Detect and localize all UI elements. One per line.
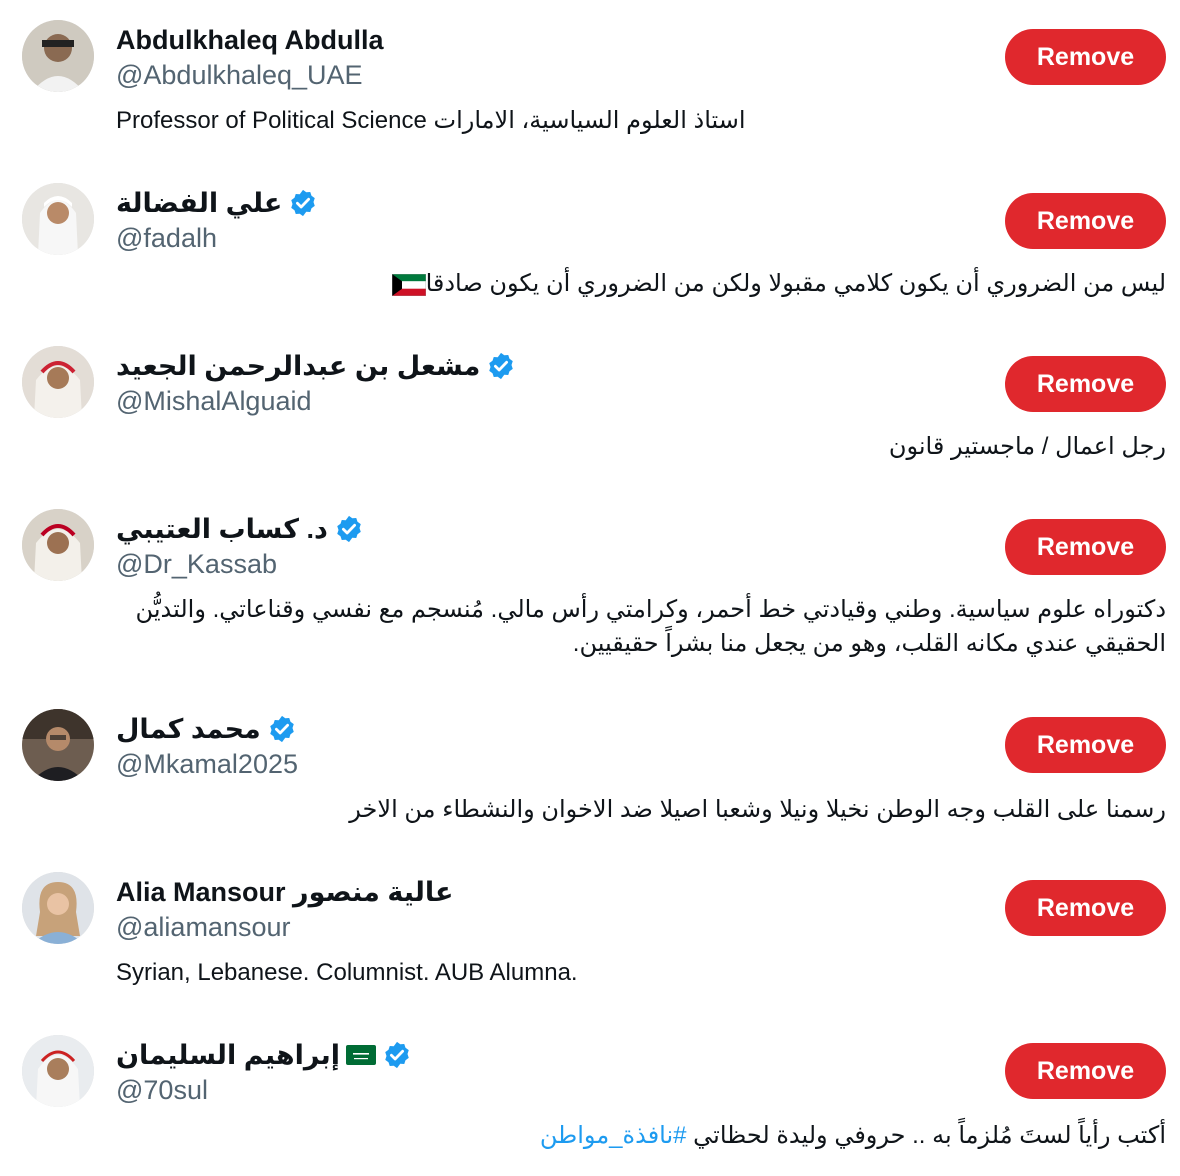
account-row[interactable]: إبراهيم السليمان @70sul أكتب رأياً لستَ …	[0, 1035, 1180, 1176]
verified-badge-icon	[291, 189, 316, 217]
remove-button[interactable]: Remove	[1005, 356, 1166, 412]
avatar[interactable]	[22, 346, 94, 418]
avatar[interactable]	[22, 20, 94, 92]
remove-button[interactable]: Remove	[1005, 880, 1166, 936]
avatar[interactable]	[22, 509, 94, 581]
user-bio: أكتب رأياً لستَ مُلزماً به .. حروفي وليد…	[126, 1119, 1166, 1153]
user-handle[interactable]: @Dr_Kassab	[116, 549, 277, 580]
user-bio: Syrian, Lebanese. Columnist. AUB Alumna.	[116, 959, 578, 986]
user-handle[interactable]: @MishalAlguaid	[116, 386, 312, 417]
hashtag-link[interactable]: #نافذة_مواطن	[540, 1122, 687, 1149]
user-handle[interactable]: @Mkamal2025	[116, 749, 298, 780]
bio-text: أكتب رأياً لستَ مُلزماً به .. حروفي وليد…	[693, 1122, 1166, 1149]
kuwait-flag-icon	[391, 273, 426, 296]
account-row[interactable]: مشعل بن عبدالرحمن الجعيد @MishalAlguaid …	[0, 346, 1180, 496]
bio-text: ليس من الضروري أن يكون كلامي مقبولا ولكن…	[425, 270, 1166, 297]
account-row[interactable]: محمد كمال @Mkamal2025 رسمنا على القلب وج…	[0, 709, 1180, 859]
avatar[interactable]	[22, 183, 94, 255]
user-bio: Professor of Political Science استاذ الع…	[116, 107, 746, 134]
user-bio: ليس من الضروري أن يكون كلامي مقبولا ولكن…	[126, 267, 1166, 301]
user-handle[interactable]: @70sul	[116, 1075, 208, 1106]
account-row[interactable]: Alia Mansour عالية منصور @aliamansour Sy…	[0, 872, 1180, 1022]
account-row[interactable]: Abdulkhaleq Abdulla @Abdulkhaleq_UAE Pro…	[0, 20, 1180, 170]
user-bio: رجل اعمال / ماجستير قانون	[888, 433, 1166, 460]
verified-badge-icon	[489, 352, 514, 380]
verified-badge-icon	[385, 1041, 409, 1069]
remove-button[interactable]: Remove	[1005, 717, 1166, 773]
display-name[interactable]: إبراهيم السليمان	[116, 1040, 340, 1071]
account-row[interactable]: علي الفضالة @fadalh ليس من الضروري أن يك…	[0, 183, 1180, 333]
user-handle[interactable]: @fadalh	[116, 223, 217, 254]
remove-button[interactable]: Remove	[1005, 1043, 1166, 1099]
account-row[interactable]: د. كساب العتيبي @Dr_Kassab دكتوراه علوم …	[0, 509, 1180, 679]
display-name[interactable]: Alia Mansour عالية منصور	[116, 877, 453, 908]
saudi-flag-icon	[346, 1045, 377, 1065]
avatar[interactable]	[22, 1035, 94, 1107]
remove-button[interactable]: Remove	[1005, 193, 1166, 249]
display-name[interactable]: محمد كمال	[116, 714, 261, 745]
remove-button[interactable]: Remove	[1005, 519, 1166, 575]
verified-badge-icon	[270, 715, 294, 743]
display-name[interactable]: علي الفضالة	[116, 188, 282, 219]
user-handle[interactable]: @Abdulkhaleq_UAE	[116, 60, 363, 91]
avatar[interactable]	[22, 872, 94, 944]
display-name[interactable]: Abdulkhaleq Abdulla	[116, 25, 384, 56]
user-handle[interactable]: @aliamansour	[116, 912, 291, 943]
user-bio: دكتوراه علوم سياسية. وطني وقيادتي خط أحم…	[135, 596, 1166, 657]
user-bio: رسمنا على القلب وجه الوطن نخيلا ونيلا وش…	[349, 796, 1166, 823]
display-name[interactable]: د. كساب العتيبي	[116, 514, 328, 545]
verified-badge-icon	[337, 515, 361, 543]
avatar[interactable]	[22, 709, 94, 781]
display-name[interactable]: مشعل بن عبدالرحمن الجعيد	[116, 351, 480, 382]
remove-button[interactable]: Remove	[1005, 29, 1166, 85]
